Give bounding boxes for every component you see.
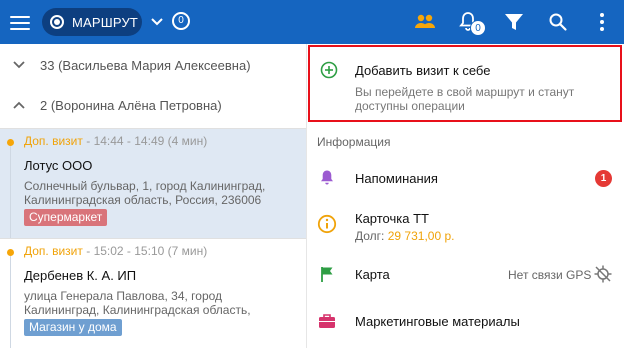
visit-card[interactable]: Доп. визит - 14:44 - 14:49 (4 мин) Лотус…: [0, 129, 306, 238]
group-row[interactable]: 2 (Воронина Алёна Петровна): [0, 86, 306, 126]
item-label: Карта: [355, 267, 390, 282]
visit-header: Доп. визит - 14:44 - 14:49 (4 мин): [24, 134, 207, 148]
debt-label: Долг:: [355, 229, 385, 243]
gps-off-icon: [594, 265, 612, 283]
item-label: Карточка ТТ: [355, 211, 429, 226]
timeline-dot: [7, 249, 14, 256]
group-label: 2 (Воронина Алёна Петровна): [40, 98, 222, 113]
visit-time: - 15:02 - 15:10 (7 мин): [86, 244, 208, 258]
route-count-badge: 0: [172, 12, 190, 30]
visit-name: Дербенев К. А. ИП: [24, 268, 137, 283]
marketing-item[interactable]: Маркетинговые материалы: [307, 299, 624, 345]
chevron-up-icon: [13, 101, 25, 109]
route-button[interactable]: МАРШРУТ: [42, 8, 142, 36]
add-visit-subtitle: Вы перейдете в свой маршрут и станут дос…: [355, 85, 575, 113]
visit-name: Лотус ООО: [24, 158, 93, 173]
section-title: Информация: [317, 135, 391, 149]
visit-header: Доп. визит - 15:02 - 15:10 (7 мин): [24, 244, 207, 258]
team-icon[interactable]: [413, 10, 437, 34]
item-label: Маркетинговые материалы: [355, 314, 520, 329]
debt-line: Долг: 29 731,00 р.: [355, 229, 454, 243]
chevron-down-icon[interactable]: [150, 13, 164, 31]
filter-icon[interactable]: [502, 10, 526, 34]
item-label: Напоминания: [355, 171, 438, 186]
map-item[interactable]: Карта Нет связи GPS: [307, 251, 624, 297]
add-circle-icon: [320, 61, 338, 79]
add-visit-button[interactable]: Добавить визит к себе Вы перейдете в сво…: [308, 45, 622, 122]
search-icon[interactable]: [546, 10, 570, 34]
reminders-badge: 1: [595, 170, 612, 187]
add-visit-title: Добавить визит к себе: [355, 63, 491, 78]
visit-type: Доп. визит: [24, 134, 83, 148]
group-label: 33 (Васильева Мария Алексеевна): [40, 58, 251, 73]
timeline-line: [10, 256, 11, 348]
visits-list: 33 (Васильева Мария Алексеевна) 2 (Ворон…: [0, 44, 306, 348]
flag-icon: [321, 267, 333, 282]
app-bar: МАРШРУТ 0 0: [0, 0, 624, 44]
visit-card[interactable]: Доп. визит - 15:02 - 15:10 (7 мин) Дербе…: [0, 239, 306, 348]
visit-tag: Магазин у дома: [24, 319, 122, 336]
visit-tag: Супермаркет: [24, 209, 108, 226]
gps-status: Нет связи GPS: [508, 268, 592, 282]
chevron-down-icon: [13, 61, 25, 69]
visit-type: Доп. визит: [24, 244, 83, 258]
visit-time: - 14:44 - 14:49 (4 мин): [86, 134, 208, 148]
briefcase-icon: [319, 314, 335, 328]
timeline-dot: [7, 139, 14, 146]
group-row[interactable]: 33 (Васильева Мария Алексеевна): [0, 46, 306, 86]
visit-address: Солнечный бульвар, 1, город Калининград,…: [24, 179, 266, 207]
more-vert-icon[interactable]: [590, 10, 614, 34]
debt-value: 29 731,00 р.: [387, 229, 455, 243]
route-label: МАРШРУТ: [72, 15, 139, 30]
reminders-item[interactable]: Напоминания 1: [307, 155, 624, 201]
info-icon: [317, 214, 337, 234]
record-icon: [50, 15, 64, 29]
notifications-count-badge: 0: [470, 20, 486, 36]
actions-panel: Добавить визит к себе Вы перейдете в сво…: [307, 44, 624, 348]
timeline-line: [10, 146, 11, 238]
bell-icon: [321, 170, 333, 185]
outlet-card-item[interactable]: Карточка ТТ Долг: 29 731,00 р.: [307, 201, 624, 251]
hamburger-icon[interactable]: [10, 13, 30, 31]
